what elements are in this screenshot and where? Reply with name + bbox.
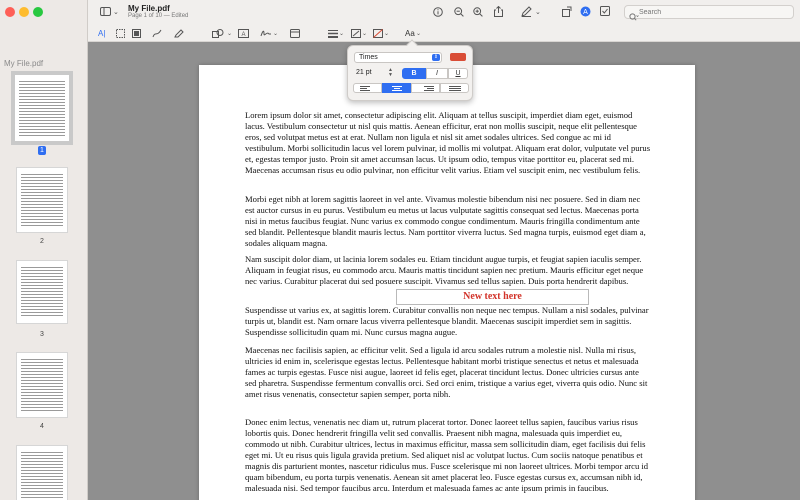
- underline-button[interactable]: U: [448, 68, 468, 79]
- italic-button[interactable]: I: [426, 68, 448, 79]
- page-number-3: 3: [40, 331, 44, 338]
- draw-icon[interactable]: [174, 29, 184, 38]
- markup-toolbar: A| ⌄ A ⌄ ⌄ ⌄ ⌄ Aa ⌄: [88, 26, 800, 42]
- shapes-icon[interactable]: [212, 29, 224, 38]
- share-icon[interactable]: [494, 6, 503, 17]
- document-title: My File.pdf: [128, 4, 170, 13]
- font-color-swatch[interactable]: [450, 53, 466, 61]
- redact-icon[interactable]: [132, 29, 141, 38]
- sidebar-title: My File.pdf: [4, 59, 44, 68]
- document-view[interactable]: Lorem ipsum dolor sit amet, consectetur …: [89, 43, 800, 500]
- search-icon: [629, 8, 639, 26]
- chevron-down-icon[interactable]: ⌄: [384, 29, 389, 39]
- title-bar: ⌄ My File.pdf Page 1 of 10 — Edited ⌄ A: [88, 0, 800, 26]
- paragraph-4: Suspendisse ut varius ex, at sagittis lo…: [245, 305, 649, 337]
- svg-text:A: A: [241, 32, 245, 38]
- paragraph-1: Lorem ipsum dolor sit amet, consectetur …: [245, 110, 651, 175]
- text-selection-icon[interactable]: A|: [98, 29, 105, 39]
- border-color-icon[interactable]: [351, 29, 361, 38]
- page-number-4: 4: [40, 423, 44, 430]
- page-thumbnail-1[interactable]: [11, 71, 73, 145]
- page-thumbnail-4[interactable]: [16, 352, 68, 418]
- info-icon[interactable]: [433, 7, 443, 17]
- pdf-page[interactable]: Lorem ipsum dolor sit amet, consectetur …: [199, 65, 695, 500]
- chevron-down-icon[interactable]: ⌄: [416, 29, 421, 39]
- font-popover: Times ⇕ 21 pt ▲ ▼ B I U: [347, 39, 473, 101]
- search-field[interactable]: [624, 5, 794, 21]
- align-left-button[interactable]: [353, 83, 382, 93]
- text-style-button[interactable]: Aa: [405, 29, 415, 39]
- page-thumbnail-2[interactable]: [16, 167, 68, 233]
- align-justify-button[interactable]: [440, 83, 469, 93]
- zoom-in-icon[interactable]: [473, 7, 483, 17]
- chevron-down-icon[interactable]: ⌄: [113, 8, 119, 18]
- zoom-window-button[interactable]: [33, 7, 43, 17]
- zoom-out-icon[interactable]: [454, 7, 464, 17]
- fill-color-icon[interactable]: [373, 29, 383, 38]
- font-size-field[interactable]: 21 pt: [356, 68, 382, 78]
- page-number-1: 1: [38, 146, 46, 155]
- paragraph-3: Nam suscipit dolor diam, ut lacinia lore…: [245, 254, 644, 286]
- align-center-button[interactable]: [382, 83, 411, 93]
- page-thumbnail-3[interactable]: [16, 260, 68, 324]
- font-size-stepper-icon[interactable]: ▲ ▼: [388, 68, 394, 78]
- font-family-select[interactable]: Times ⇕: [354, 52, 442, 63]
- bold-button[interactable]: B: [402, 68, 426, 79]
- font-family-value: Times: [359, 54, 378, 61]
- close-window-button[interactable]: [5, 7, 15, 17]
- search-input[interactable]: [639, 7, 789, 17]
- rect-selection-icon[interactable]: [116, 29, 125, 38]
- thumbnail-sidebar: My File.pdf 1 2 3 4: [0, 0, 88, 500]
- chevron-down-icon[interactable]: ⌄: [362, 29, 367, 39]
- align-right-button[interactable]: [411, 83, 440, 93]
- note-icon[interactable]: [290, 29, 300, 38]
- sketch-icon[interactable]: [152, 29, 162, 38]
- page-thumbnail-5[interactable]: [16, 445, 68, 500]
- sidebar-toggle-icon[interactable]: [100, 7, 111, 16]
- paragraph-2: Morbi eget nibh at lorem sagittis laoree…: [245, 194, 646, 248]
- chevron-down-icon[interactable]: ⌄: [273, 29, 278, 39]
- chevron-down-icon[interactable]: ⌄: [339, 29, 344, 39]
- chevron-updown-icon: ⇕: [432, 54, 440, 61]
- svg-text:A: A: [583, 9, 588, 16]
- paragraph-5: Maecenas nec facilisis sapien, ac effici…: [245, 345, 648, 399]
- edit-form-icon[interactable]: [600, 6, 610, 16]
- chevron-down-icon[interactable]: ⌄: [227, 29, 232, 39]
- signature-icon[interactable]: [260, 29, 272, 38]
- paragraph-6: Donec enim lectus, venenatis nec diam ut…: [245, 417, 649, 493]
- page-number-2: 2: [40, 238, 44, 245]
- chevron-down-icon[interactable]: ⌄: [535, 8, 541, 18]
- minimize-window-button[interactable]: [19, 7, 29, 17]
- rotate-icon[interactable]: [562, 6, 572, 17]
- line-style-icon[interactable]: [328, 29, 338, 38]
- markup-pen-icon[interactable]: [521, 6, 532, 17]
- document-subtitle: Page 1 of 10 — Edited: [128, 13, 189, 19]
- text-box-icon[interactable]: A: [238, 29, 249, 38]
- markup-toolbar-icon[interactable]: A: [580, 6, 591, 17]
- text-box-annotation[interactable]: New text here: [396, 289, 589, 305]
